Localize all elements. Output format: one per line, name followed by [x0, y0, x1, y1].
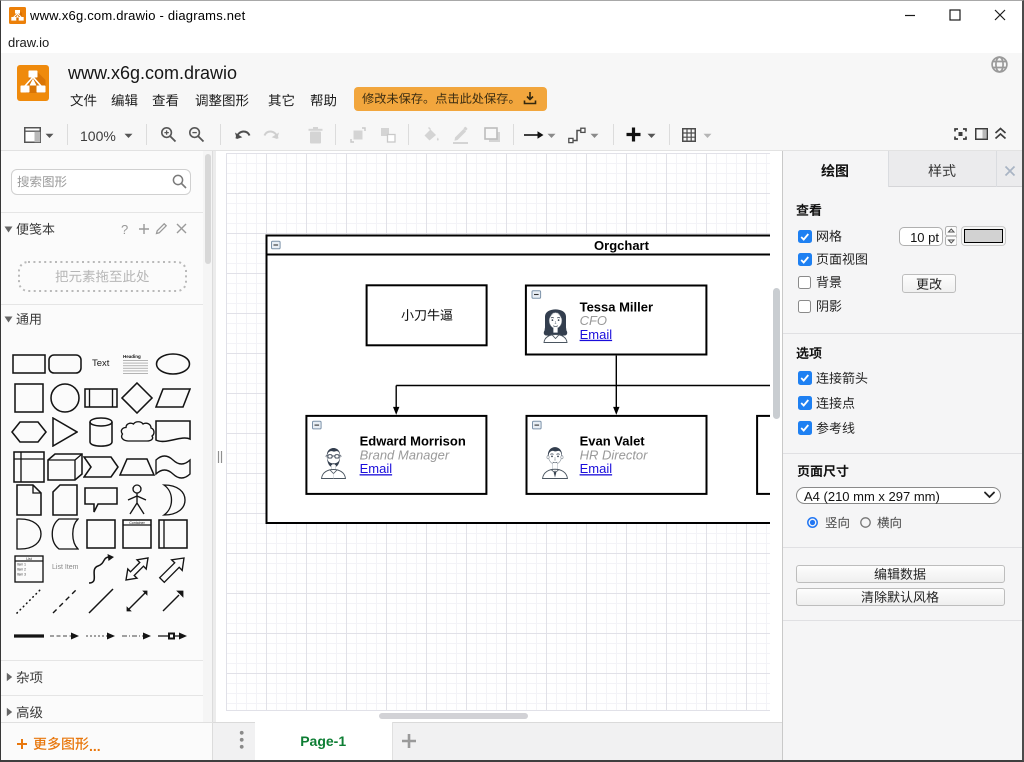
svg-text:Email: Email	[580, 327, 613, 342]
svg-text:Item 2: Item 2	[17, 567, 26, 571]
svg-text:List: List	[26, 557, 31, 561]
svg-text:Item 3: Item 3	[17, 572, 26, 576]
svg-text:Heading: Heading	[123, 354, 141, 359]
svg-text:Tessa Miller: Tessa Miller	[580, 299, 653, 314]
svg-text:Evan Valet: Evan Valet	[580, 434, 646, 449]
svg-text:Orgchart: Orgchart	[594, 238, 650, 253]
svg-text:Container: Container	[129, 520, 145, 524]
svg-text:Edward Morrison: Edward Morrison	[360, 434, 466, 449]
svg-text:Item 1: Item 1	[17, 562, 26, 566]
svg-text:Email: Email	[580, 461, 613, 476]
svg-text:Email: Email	[360, 461, 393, 476]
